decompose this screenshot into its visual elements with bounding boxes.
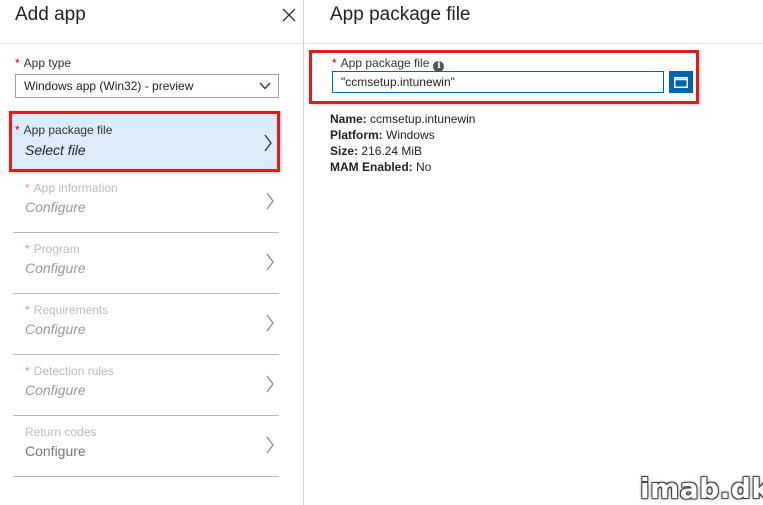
blade-header: Add app [0,0,304,44]
package-details: Name: ccmsetup.intunewin Platform: Windo… [330,111,475,175]
app-type-value: Windows app (Win32) - preview [24,79,194,93]
package-file-field-group: * App package file i [309,50,699,104]
package-file-label: * App package file i [332,56,445,72]
step-value: Configure [25,199,86,215]
step-value: Configure [25,321,86,337]
required-marker: * [15,56,20,70]
blade-header: App package file [305,0,763,44]
step-label: * Detection rules [25,364,114,378]
chevron-right-icon [266,253,274,271]
browse-button[interactable] [669,71,693,93]
app-type-select[interactable]: Windows app (Win32) - preview [15,74,279,98]
folder-icon [674,77,688,88]
step-program[interactable]: * Program Configure [13,233,279,294]
chevron-right-icon [264,134,272,152]
step-label: * App package file [15,123,113,137]
chevron-right-icon [266,192,274,210]
chevron-right-icon [266,436,274,454]
step-value: Configure [25,382,86,398]
app-package-file-blade: App package file *App package filei Name… [305,0,763,505]
step-label: * Requirements [25,303,109,317]
blade-title: App package file [330,4,471,25]
detail-name: Name: ccmsetup.intunewin [330,112,476,126]
chevron-right-icon [266,375,274,393]
step-value: Configure [25,443,86,459]
step-return-codes[interactable]: Return codes Configure [13,416,279,477]
step-label: Return codes [25,425,97,439]
step-label: * Program [25,242,80,256]
detail-size: Size: 216.24 MiB [330,144,423,158]
step-label: * App information [25,181,118,195]
detail-platform: Platform: Windows [330,128,435,142]
chevron-down-icon [259,82,271,90]
add-app-blade: Add app * App type Windows app (Win32) - … [0,0,304,505]
step-app-information[interactable]: * App information Configure [13,172,279,233]
step-value: Select file [25,142,86,158]
watermark-logo: imab.dk [640,472,763,505]
package-file-input[interactable] [332,71,664,93]
step-value: Configure [25,260,86,276]
step-app-package-file[interactable]: * App package file Select file [9,111,280,172]
app-type-label: * App type [15,56,72,70]
blade-title: Add app [15,4,86,25]
detail-mam-enabled: MAM Enabled: No [330,160,432,174]
step-requirements[interactable]: * Requirements Configure [13,294,279,355]
chevron-right-icon [266,314,274,332]
close-icon[interactable] [281,7,297,23]
step-detection-rules[interactable]: * Detection rules Configure [13,355,279,416]
